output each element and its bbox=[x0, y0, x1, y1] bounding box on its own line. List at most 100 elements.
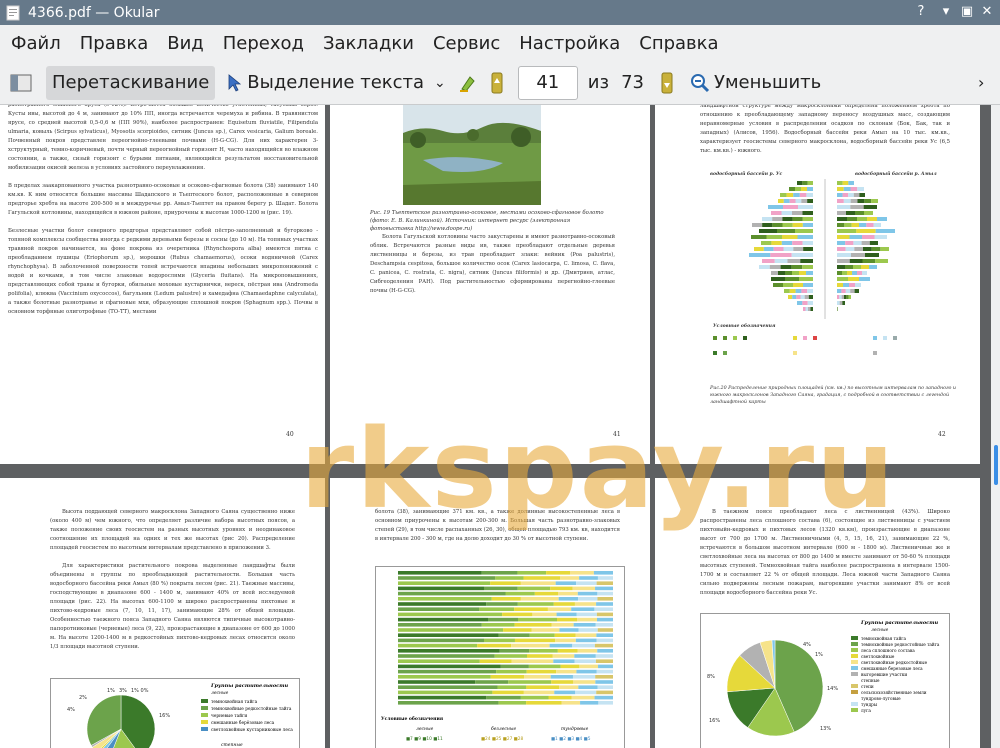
stacked-bar-segment bbox=[577, 591, 598, 596]
pyramid-bar-left bbox=[792, 217, 803, 221]
pyramid-bar-right bbox=[862, 271, 867, 275]
pyramid-bar-left bbox=[800, 295, 805, 299]
pyramid-bar-right bbox=[837, 295, 840, 299]
pyramid-bar-left bbox=[789, 289, 796, 293]
stacked-bar-segment bbox=[498, 633, 530, 637]
pyramid-bar-left bbox=[786, 193, 794, 197]
menu-help[interactable]: Справка bbox=[639, 33, 718, 54]
text-select-button[interactable]: Выделение текста ⌄ bbox=[221, 66, 452, 100]
stacked-bar-segment bbox=[398, 597, 492, 601]
menu-tools[interactable]: Сервис bbox=[433, 33, 500, 54]
highlighter-icon bbox=[459, 75, 475, 92]
stacked-bar-segment bbox=[576, 669, 597, 674]
page-40-text: разнотравного злакового яруса (9-12%). В… bbox=[8, 105, 318, 315]
legend-swatch bbox=[201, 706, 208, 710]
pyramid-bar-right bbox=[863, 247, 872, 251]
page-45-text: В таежном поясе преобладают леса с листв… bbox=[700, 509, 950, 596]
cursor-icon bbox=[228, 73, 242, 92]
stacked-bar-segment bbox=[398, 586, 484, 591]
stacked-bar-segment bbox=[596, 633, 613, 637]
stacked-bar-segment bbox=[479, 659, 512, 663]
menu-go[interactable]: Переход bbox=[223, 33, 304, 54]
stacked-bar-segment bbox=[529, 633, 555, 637]
menu-edit[interactable]: Правка bbox=[80, 33, 149, 54]
stacked-bar-segment bbox=[508, 680, 552, 684]
legend-label: темнохвойная тайга bbox=[861, 636, 906, 641]
menu-settings[interactable]: Настройка bbox=[519, 33, 620, 54]
pyramid-bar-right bbox=[837, 283, 843, 287]
stacked-bar-segment bbox=[547, 607, 572, 611]
stacked-bar-segment bbox=[580, 701, 599, 705]
stacked-bar-segment bbox=[398, 607, 480, 611]
document-viewport[interactable]: разнотравного злакового яруса (9-12%). В… bbox=[0, 105, 1000, 748]
menu-file[interactable]: Файл bbox=[11, 33, 61, 54]
page-44-legend-col1: лесные bbox=[416, 727, 434, 732]
pyramid-bar-left bbox=[800, 259, 813, 263]
stacked-bar-segment bbox=[572, 643, 595, 648]
pyramid-bar-left bbox=[780, 193, 787, 197]
page-42-text: ландшафтной структуре между макросклонам… bbox=[700, 105, 950, 154]
legend-swatch bbox=[851, 642, 858, 646]
stacked-bar-segment bbox=[573, 680, 596, 684]
pyramid-bar-right bbox=[844, 295, 847, 299]
pyramid-bar-left bbox=[802, 301, 808, 305]
previous-page-button[interactable] bbox=[484, 66, 510, 100]
zoom-out-button[interactable]: Уменьшить bbox=[684, 66, 827, 100]
pyramid-bar-left bbox=[799, 193, 807, 197]
pyramid-bar-right bbox=[867, 217, 877, 221]
stacked-bar-segment bbox=[597, 628, 613, 632]
pyramid-bar-left bbox=[788, 295, 793, 299]
pyramid-bar-left bbox=[795, 229, 813, 233]
scrollbar-thumb[interactable] bbox=[994, 445, 998, 485]
legend-swatch bbox=[851, 666, 858, 670]
pie-label: 16% bbox=[709, 718, 720, 724]
stacked-bar-segment bbox=[526, 685, 560, 689]
pyramid-bar-left bbox=[785, 277, 799, 281]
sidebar-toggle-button[interactable] bbox=[4, 66, 38, 100]
toolbar-overflow-icon[interactable]: › bbox=[978, 73, 984, 92]
pyramid-bar-left bbox=[792, 241, 803, 245]
stacked-bar-segment bbox=[597, 685, 613, 689]
menu-view[interactable]: Вид bbox=[167, 33, 204, 54]
menu-bookmarks[interactable]: Закладки bbox=[323, 33, 414, 54]
legend-label: смешанные берёзовые леса bbox=[211, 721, 275, 726]
pyramid-bar-left bbox=[791, 253, 813, 257]
pyramid-bar-left bbox=[799, 277, 813, 281]
chevron-down-icon[interactable]: ⌄ bbox=[434, 75, 446, 91]
stacked-bar-segment bbox=[553, 602, 575, 606]
pyramid-bar-right bbox=[845, 247, 855, 251]
legend-item: темнохвойные редкостойные тайга bbox=[201, 706, 293, 713]
pyramid-bar-left bbox=[803, 307, 806, 311]
stacked-bar-segment bbox=[511, 643, 550, 648]
page-number-input[interactable]: 41 bbox=[517, 65, 578, 100]
page-44: болота (38), занимающие 371 км. кв., а т… bbox=[330, 478, 650, 748]
vertical-scrollbar[interactable] bbox=[991, 105, 1000, 748]
pyramid-bar-right bbox=[849, 259, 863, 263]
pyramid-bar-right bbox=[862, 259, 876, 263]
maximize-icon[interactable]: ▣ bbox=[958, 3, 976, 21]
pyramid-bar-right bbox=[857, 217, 867, 221]
stacked-bar-segment bbox=[398, 669, 497, 674]
pyramid-bar-left bbox=[802, 223, 813, 227]
pyramid-bar-left bbox=[802, 211, 813, 215]
pyramid-bar-left bbox=[781, 241, 793, 245]
help-icon[interactable]: ? bbox=[912, 3, 930, 21]
stacked-bar-segment bbox=[505, 591, 535, 596]
stacked-bar-segment bbox=[398, 659, 480, 663]
drag-mode-button[interactable]: Перетаскивание bbox=[46, 65, 216, 100]
pyramid-bar-left bbox=[803, 247, 813, 251]
pyramid-bar-left bbox=[761, 241, 772, 245]
page-43-pie-title: Группы растительности bbox=[211, 683, 289, 689]
legend-swatch bbox=[851, 684, 858, 688]
pyramid-bar-left bbox=[807, 181, 813, 185]
minimize-icon[interactable]: ▾ bbox=[937, 3, 955, 21]
pyramid-bar-right bbox=[837, 187, 844, 191]
pyramid-bar-left bbox=[802, 241, 813, 245]
next-page-button[interactable] bbox=[654, 66, 680, 100]
highlight-button[interactable] bbox=[452, 66, 484, 100]
page-44-stacked-bar-chart bbox=[398, 571, 613, 705]
legend-label: темнохвойная тайга bbox=[211, 700, 258, 705]
stacked-bar-segment bbox=[557, 649, 578, 653]
close-icon[interactable]: ✕ bbox=[978, 3, 996, 21]
legend-swatch bbox=[851, 678, 858, 682]
